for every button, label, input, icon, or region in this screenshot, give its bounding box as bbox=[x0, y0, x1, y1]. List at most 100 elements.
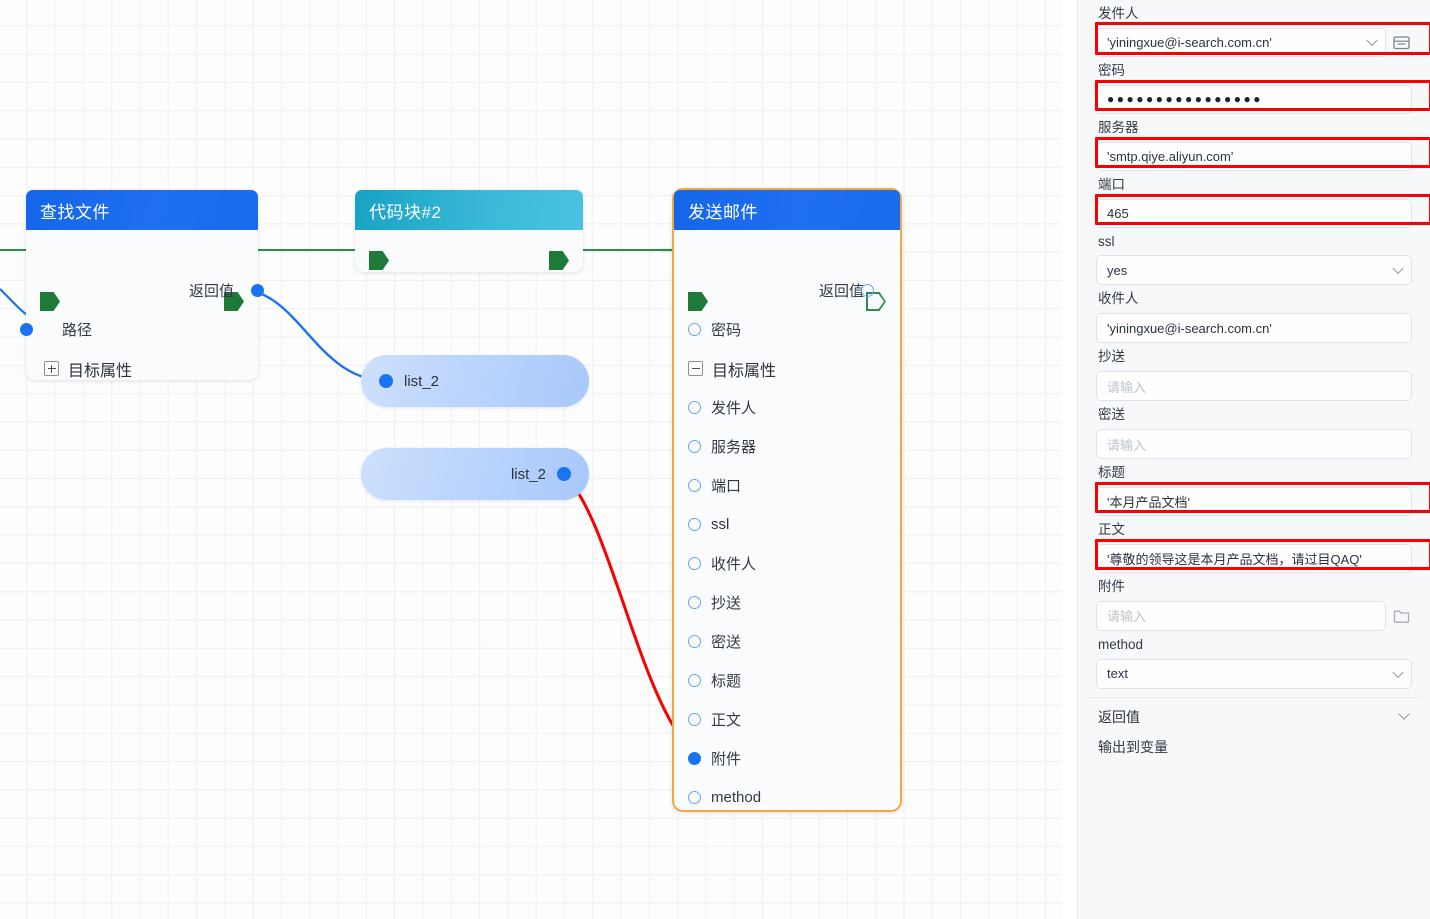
chevron-down-icon[interactable] bbox=[1392, 666, 1404, 678]
node-row-ssl[interactable]: ssl bbox=[674, 505, 900, 544]
bcc-placeholder: 请输入 bbox=[1107, 437, 1147, 453]
node-row-path[interactable]: 路径 bbox=[20, 310, 258, 349]
ssl-value: yes bbox=[1107, 262, 1128, 278]
flow-canvas[interactable]: 查找文件 返回值 路径 目标属性 代码块#2 发送邮件 返回值 密码 目标属性 … bbox=[0, 0, 1066, 919]
attachment-folder-button[interactable] bbox=[1390, 604, 1412, 628]
field-method: method text bbox=[1088, 631, 1420, 689]
output-port-dot[interactable] bbox=[557, 467, 571, 481]
field-password: 密码 ●●●●●●●●●●●●●●●● bbox=[1088, 57, 1430, 114]
input-port-dot[interactable] bbox=[688, 323, 701, 336]
properties-panel[interactable]: 发件人 'yiningxue@i-search.com.cn' 密码 ●●●●●… bbox=[1077, 0, 1430, 919]
flow-out-port[interactable] bbox=[549, 251, 569, 270]
row-label: 收件人 bbox=[711, 556, 757, 573]
input-port-dot[interactable] bbox=[688, 791, 701, 804]
node-row-recipient[interactable]: 收件人 bbox=[674, 544, 900, 583]
chevron-down-icon[interactable] bbox=[1392, 263, 1404, 275]
section-return-value[interactable]: 返回值 bbox=[1088, 698, 1420, 733]
node-row-bcc[interactable]: 密送 bbox=[674, 622, 900, 661]
input-port-dot[interactable] bbox=[688, 674, 701, 687]
field-server: 服务器 'smtp.qiye.aliyun.com' bbox=[1088, 114, 1430, 171]
node-row-port[interactable]: 端口 bbox=[674, 466, 900, 505]
row-label: 目标属性 bbox=[712, 362, 777, 380]
collapse-minus-icon[interactable] bbox=[688, 361, 703, 376]
input-port-dot[interactable] bbox=[688, 518, 701, 531]
row-label: method bbox=[711, 789, 762, 806]
flow-in-port[interactable] bbox=[369, 251, 389, 270]
input-port-dot[interactable] bbox=[688, 479, 701, 492]
input-port-dot[interactable] bbox=[688, 635, 701, 648]
port-value: 465 bbox=[1107, 205, 1129, 221]
node-code-block[interactable]: 代码块#2 bbox=[355, 190, 583, 272]
folder-icon bbox=[1393, 610, 1409, 623]
sender-select[interactable]: 'yiningxue@i-search.com.cn' bbox=[1096, 27, 1386, 57]
recipient-value: 'yiningxue@i-search.com.cn' bbox=[1107, 320, 1272, 336]
password-value: ●●●●●●●●●●●●●●●● bbox=[1107, 92, 1263, 107]
subject-input[interactable]: '本月产品文档' bbox=[1096, 486, 1412, 516]
output-port-dot[interactable] bbox=[379, 374, 393, 388]
method-value: text bbox=[1107, 666, 1128, 681]
node-send-mail-title: 发送邮件 bbox=[688, 202, 758, 222]
password-input[interactable]: ●●●●●●●●●●●●●●●● bbox=[1096, 84, 1412, 114]
input-port-dot[interactable] bbox=[688, 401, 701, 414]
input-port-dot[interactable] bbox=[688, 596, 701, 609]
node-row-password[interactable]: 密码 bbox=[674, 310, 900, 349]
row-label: 附件 bbox=[711, 751, 742, 768]
variable-node-list2-top[interactable]: list_2 bbox=[361, 355, 589, 407]
node-send-mail[interactable]: 发送邮件 返回值 密码 目标属性 发件人 服务器 端口 ssl 收件人 抄送 密… bbox=[672, 188, 902, 812]
canvas-scrollbar[interactable] bbox=[1062, 0, 1066, 919]
node-find-file-header[interactable]: 查找文件 bbox=[26, 190, 258, 230]
row-label: 发件人 bbox=[711, 400, 757, 417]
field-label: 标题 bbox=[1098, 465, 1125, 480]
node-row-cc[interactable]: 抄送 bbox=[674, 583, 900, 622]
sender-folder-button[interactable] bbox=[1390, 30, 1412, 54]
field-body: 正文 '尊敬的领导这是本月产品文档，请过目QAQ' bbox=[1088, 516, 1430, 573]
ssl-select[interactable]: yes bbox=[1096, 255, 1412, 286]
input-port-dot[interactable] bbox=[688, 713, 701, 726]
method-select[interactable]: text bbox=[1096, 658, 1412, 689]
row-label: 目标属性 bbox=[68, 362, 133, 380]
node-row-attachment[interactable]: 附件 bbox=[674, 739, 900, 778]
expand-plus-icon[interactable] bbox=[44, 361, 59, 376]
node-send-mail-header[interactable]: 发送邮件 bbox=[674, 190, 900, 230]
variable-label: list_2 bbox=[510, 465, 546, 483]
input-port-dot[interactable] bbox=[688, 557, 701, 570]
variable-label: list_2 bbox=[404, 372, 440, 390]
row-label: 服务器 bbox=[711, 439, 757, 456]
variable-node-list2-bottom[interactable]: list_2 bbox=[361, 448, 589, 500]
cc-input[interactable]: 请输入 bbox=[1096, 371, 1412, 402]
node-code-block-header[interactable]: 代码块#2 bbox=[355, 190, 583, 230]
node-row-target-attrs[interactable]: 目标属性 bbox=[26, 349, 258, 388]
row-label: 抄送 bbox=[711, 595, 742, 612]
field-label: 密送 bbox=[1098, 407, 1125, 423]
input-port-dot[interactable] bbox=[688, 752, 701, 765]
field-recipient: 收件人 'yiningxue@i-search.com.cn' bbox=[1088, 285, 1420, 344]
recipient-input[interactable]: 'yiningxue@i-search.com.cn' bbox=[1096, 313, 1412, 344]
server-input[interactable]: 'smtp.qiye.aliyun.com' bbox=[1096, 141, 1412, 171]
row-label: 标题 bbox=[711, 673, 742, 690]
node-row-method[interactable]: method bbox=[674, 778, 900, 817]
bcc-input[interactable]: 请输入 bbox=[1096, 429, 1412, 459]
input-port-dot[interactable] bbox=[688, 440, 701, 453]
node-row-server[interactable]: 服务器 bbox=[674, 427, 900, 466]
output-port-dot[interactable] bbox=[861, 284, 874, 297]
chevron-down-icon[interactable] bbox=[1398, 708, 1410, 720]
field-ssl: ssl yes bbox=[1088, 228, 1420, 286]
node-row-subject[interactable]: 标题 bbox=[674, 661, 900, 700]
output-port-dot[interactable] bbox=[251, 284, 264, 297]
field-label: 附件 bbox=[1098, 578, 1125, 594]
node-find-file[interactable]: 查找文件 返回值 路径 目标属性 bbox=[20, 190, 264, 380]
input-port-dot[interactable] bbox=[20, 323, 33, 336]
node-row-return-value[interactable]: 返回值 bbox=[26, 271, 264, 310]
field-label: 发件人 bbox=[1098, 6, 1139, 21]
chevron-down-icon[interactable] bbox=[1366, 35, 1378, 47]
node-row-return-value[interactable]: 返回值 bbox=[674, 271, 900, 310]
port-input[interactable]: 465 bbox=[1096, 198, 1412, 228]
field-label: 端口 bbox=[1098, 176, 1125, 192]
attachment-input[interactable]: 请输入 bbox=[1096, 600, 1386, 631]
body-input[interactable]: '尊敬的领导这是本月产品文档，请过目QAQ' bbox=[1096, 543, 1412, 573]
row-label: 返回值 bbox=[818, 283, 864, 300]
node-row-body[interactable]: 正文 bbox=[674, 700, 900, 739]
node-row-target-attrs[interactable]: 目标属性 bbox=[674, 349, 900, 388]
node-row-sender[interactable]: 发件人 bbox=[674, 388, 900, 427]
field-cc: 抄送 请输入 bbox=[1088, 343, 1420, 402]
